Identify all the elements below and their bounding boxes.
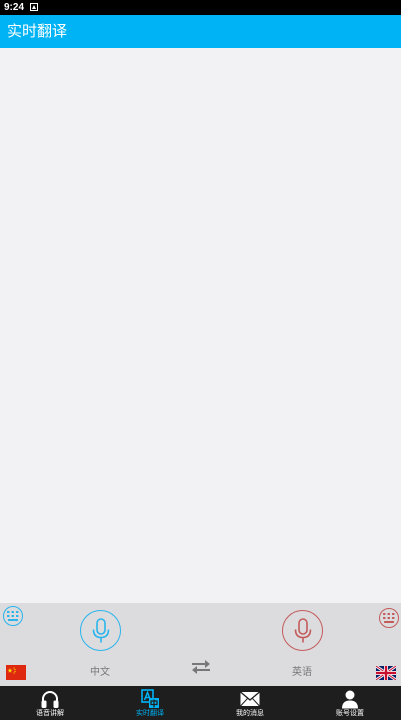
uk-flag-icon[interactable] — [375, 664, 397, 682]
keyboard-icon — [7, 611, 19, 621]
target-language-label[interactable]: 英语 — [292, 667, 312, 679]
app-header: 实时翻译 — [0, 15, 401, 48]
source-language-label[interactable]: 中文 — [90, 667, 110, 679]
status-bar: 9:24 — [0, 0, 401, 15]
page-title: 实时翻译 — [7, 22, 68, 40]
translate-icon — [141, 689, 159, 708]
notification-icon — [30, 3, 38, 11]
tab-realtime-translate[interactable]: 实时翻译 — [100, 686, 200, 720]
swap-languages-button[interactable] — [191, 659, 211, 674]
tab-account-settings[interactable]: 账号设置 — [300, 686, 400, 720]
tab-label: 我的消息 — [236, 709, 264, 717]
source-keyboard-button[interactable] — [3, 606, 23, 626]
bottom-tab-bar: 语音讲解 实时翻译 我的消息 账号设置 — [0, 686, 401, 720]
envelope-icon — [240, 691, 260, 707]
headphones-icon — [41, 691, 59, 708]
tab-label: 账号设置 — [336, 709, 364, 717]
tab-my-messages[interactable]: 我的消息 — [200, 686, 300, 720]
tab-label: 实时翻译 — [136, 709, 164, 717]
source-mic-button[interactable] — [80, 610, 121, 651]
person-icon — [342, 690, 358, 709]
swap-arrows-icon — [192, 660, 210, 674]
target-keyboard-button[interactable] — [379, 608, 399, 628]
microphone-icon — [294, 618, 312, 643]
tab-voice-guide[interactable]: 语音讲解 — [0, 686, 100, 720]
china-flag-icon[interactable] — [6, 665, 26, 680]
status-time: 9:24 — [4, 2, 25, 13]
microphone-icon — [92, 618, 110, 643]
target-mic-button[interactable] — [282, 610, 323, 651]
translation-content-area — [0, 48, 401, 603]
keyboard-icon — [383, 613, 395, 623]
tab-label: 语音讲解 — [36, 709, 64, 717]
